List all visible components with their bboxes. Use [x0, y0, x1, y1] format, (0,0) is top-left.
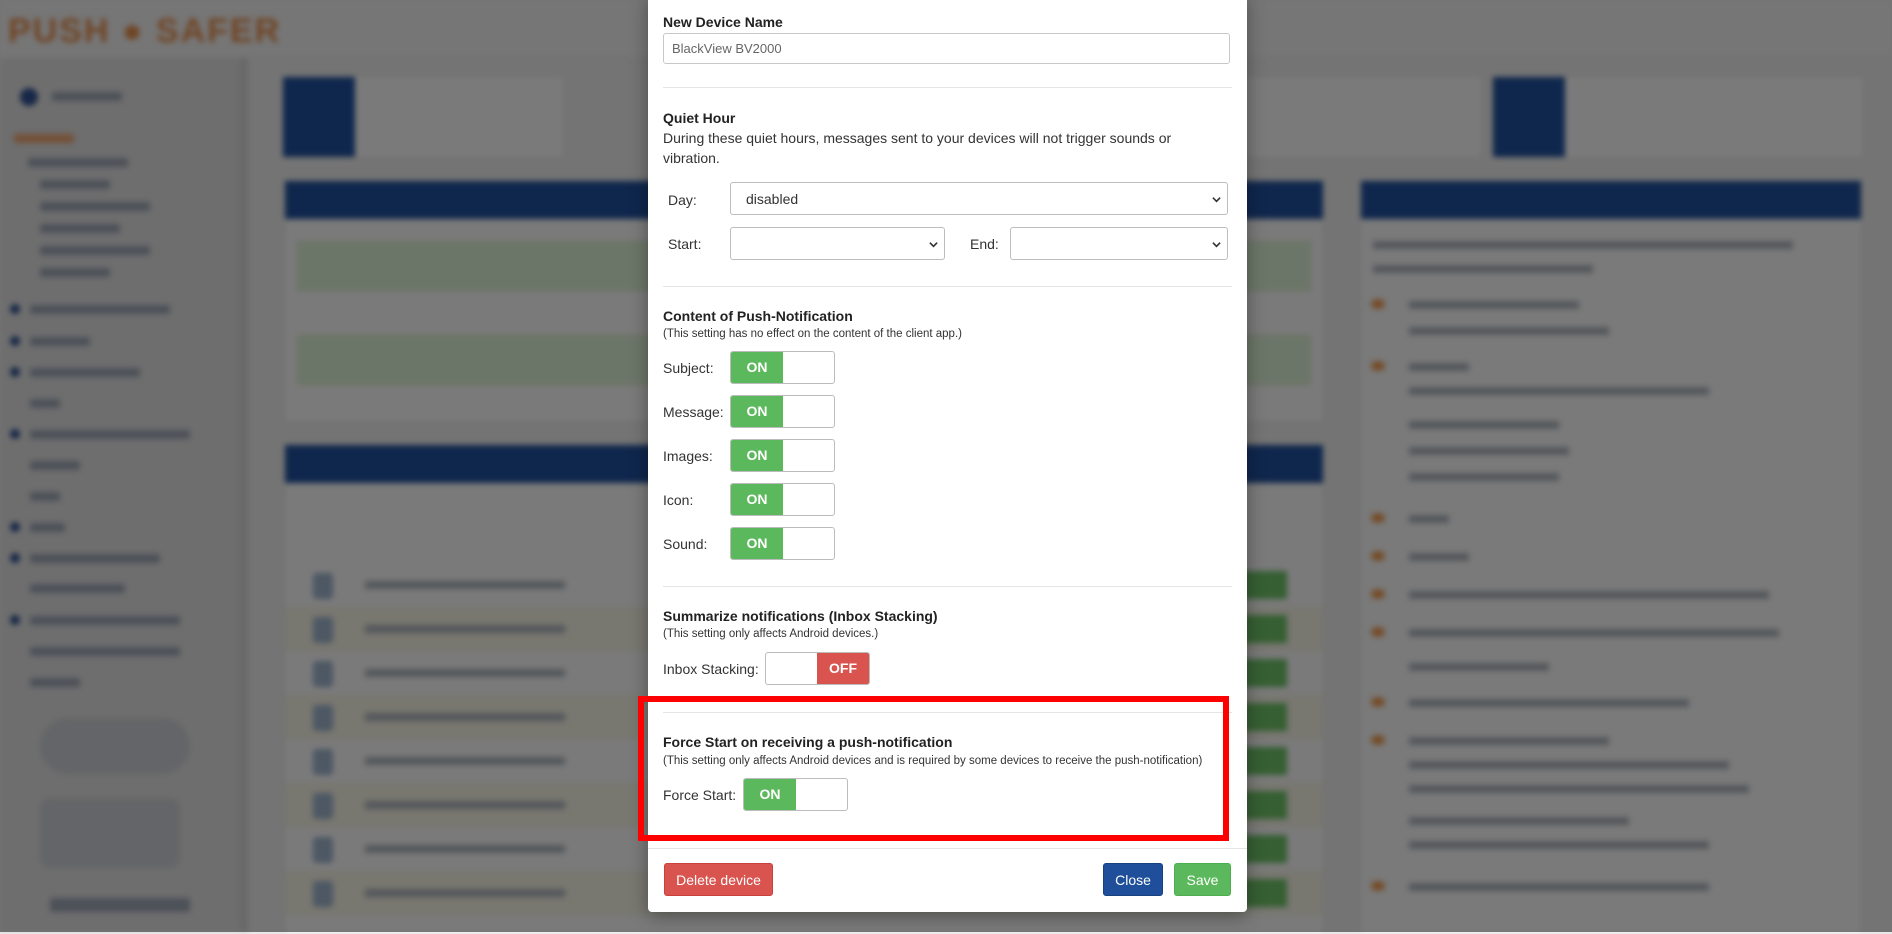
chevron-down-icon: [1212, 242, 1221, 248]
images-label: Images:: [663, 448, 713, 464]
device-name-input[interactable]: [663, 33, 1230, 64]
start-select[interactable]: [730, 227, 945, 260]
delete-device-button[interactable]: Delete device: [664, 863, 773, 896]
chevron-down-icon: [929, 242, 938, 248]
save-button[interactable]: Save: [1174, 863, 1231, 896]
day-select[interactable]: disabled: [730, 182, 1228, 215]
content-heading: Content of Push-Notification: [663, 308, 853, 324]
modal-footer-divider: [648, 848, 1247, 849]
inbox-heading: Summarize notifications (Inbox Stacking): [663, 608, 938, 624]
divider: [663, 87, 1232, 88]
message-toggle[interactable]: ON: [730, 395, 835, 428]
inbox-stacking-toggle[interactable]: OFF: [765, 652, 870, 685]
message-label: Message:: [663, 404, 724, 420]
divider: [663, 286, 1232, 287]
end-label: End:: [970, 236, 999, 252]
divider: [663, 586, 1232, 587]
end-select[interactable]: [1010, 227, 1228, 260]
inbox-note: (This setting only affects Android devic…: [663, 628, 879, 640]
chevron-down-icon: [1212, 197, 1221, 203]
quiet-hour-heading: Quiet Hour: [663, 110, 736, 126]
start-label: Start:: [668, 236, 702, 252]
toggle-on-label: ON: [731, 528, 783, 559]
subject-toggle[interactable]: ON: [730, 351, 835, 384]
day-select-value: disabled: [746, 191, 799, 207]
inbox-stacking-label: Inbox Stacking:: [663, 661, 759, 677]
highlight-annotation-box: [638, 696, 1229, 841]
toggle-off-label: OFF: [817, 653, 869, 684]
quiet-hour-description: During these quiet hours, messages sent …: [663, 130, 1172, 166]
toggle-on-label: ON: [731, 440, 783, 471]
toggle-on-label: ON: [731, 396, 783, 427]
sound-label: Sound:: [663, 536, 708, 552]
icon-toggle[interactable]: ON: [730, 483, 835, 516]
toggle-on-label: ON: [731, 484, 783, 515]
toggle-on-label: ON: [731, 352, 783, 383]
subject-label: Subject:: [663, 360, 714, 376]
images-toggle[interactable]: ON: [730, 439, 835, 472]
sound-toggle[interactable]: ON: [730, 527, 835, 560]
day-label: Day:: [668, 192, 697, 208]
close-button[interactable]: Close: [1103, 863, 1163, 896]
content-note: (This setting has no effect on the conte…: [663, 328, 962, 340]
device-name-heading: New Device Name: [663, 14, 783, 30]
icon-label: Icon:: [663, 492, 694, 508]
